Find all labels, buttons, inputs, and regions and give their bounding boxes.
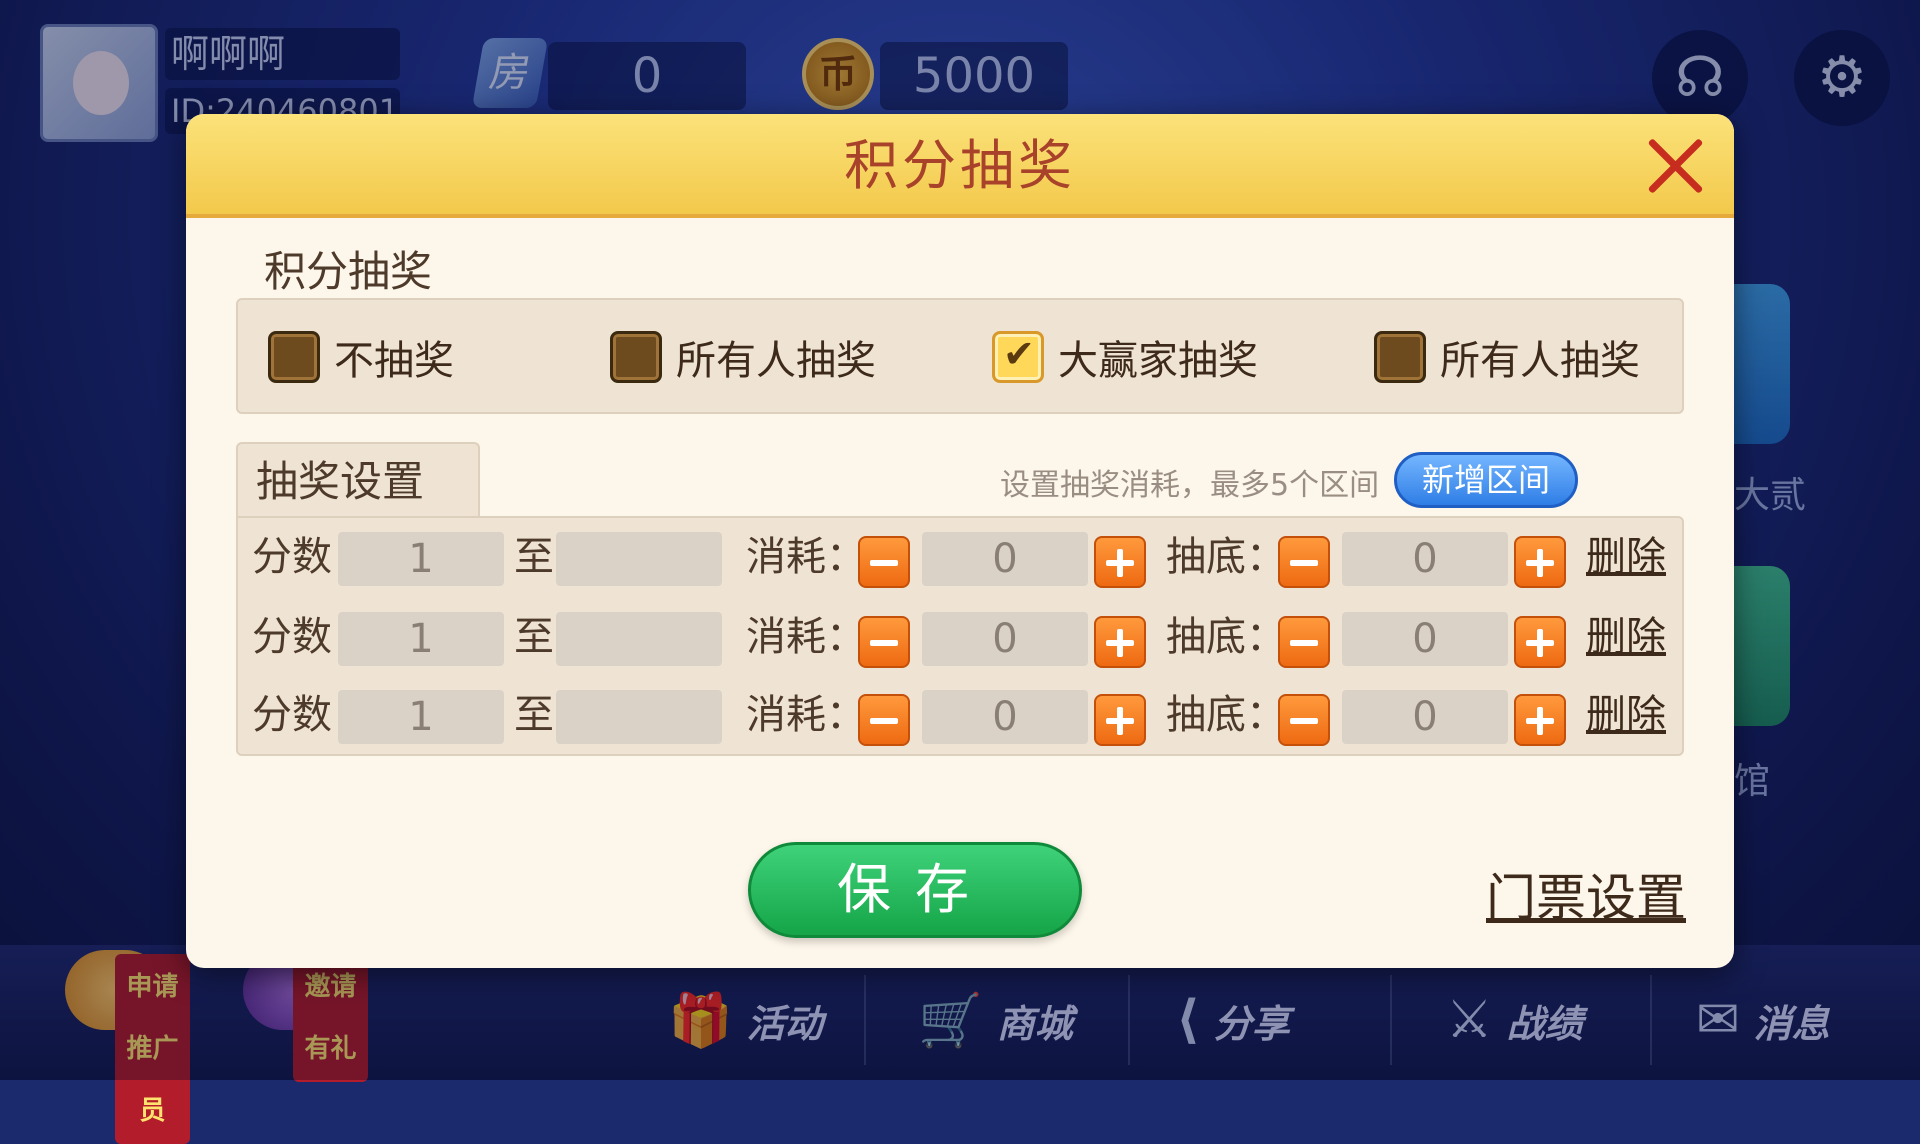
table-row: 分数 1 至 消耗： 0 抽底： 0 删除 <box>238 606 1686 668</box>
cost-plus-button[interactable] <box>1094 536 1146 588</box>
cost-input[interactable]: 0 <box>922 532 1088 586</box>
floor-minus-button[interactable] <box>1278 536 1330 588</box>
score-from-input[interactable]: 1 <box>338 612 504 666</box>
ticket-settings-link[interactable]: 门票设置 <box>1486 858 1686 930</box>
cost-input[interactable]: 0 <box>922 612 1088 666</box>
cost-plus-button[interactable] <box>1094 616 1146 668</box>
lottery-dialog: 积分抽奖 积分抽奖 不抽奖 所有人抽奖 大赢家抽奖 所有人抽奖 抽奖设置 设置抽… <box>186 114 1734 968</box>
cost-label: 消耗： <box>746 614 866 660</box>
score-to-input[interactable] <box>556 690 722 744</box>
floor-plus-button[interactable] <box>1514 536 1566 588</box>
cost-input[interactable]: 0 <box>922 690 1088 744</box>
cost-minus-button[interactable] <box>858 616 910 668</box>
table-row: 分数 1 至 消耗： 0 抽底： 0 删除 <box>238 526 1686 588</box>
cost-minus-button[interactable] <box>858 536 910 588</box>
floor-label: 抽底： <box>1166 534 1286 580</box>
cost-label: 消耗： <box>746 534 866 580</box>
option-everyone[interactable]: 所有人抽奖 <box>610 328 876 386</box>
floor-plus-button[interactable] <box>1514 694 1566 746</box>
delete-link[interactable]: 删除 <box>1586 526 1666 588</box>
score-to-input[interactable] <box>556 532 722 586</box>
floor-input[interactable]: 0 <box>1342 690 1508 744</box>
floor-input[interactable]: 0 <box>1342 532 1508 586</box>
floor-minus-button[interactable] <box>1278 694 1330 746</box>
to-label: 至 <box>514 614 554 660</box>
checkbox[interactable] <box>1374 331 1426 383</box>
checkbox[interactable] <box>268 331 320 383</box>
lottery-mode-options: 不抽奖 所有人抽奖 大赢家抽奖 所有人抽奖 <box>236 298 1684 414</box>
range-table: 分数 1 至 消耗： 0 抽底： 0 删除 分数 1 至 消耗： 0 抽底： 0 <box>236 516 1684 756</box>
save-button[interactable]: 保存 <box>748 842 1082 938</box>
floor-plus-button[interactable] <box>1514 616 1566 668</box>
option-no-lottery[interactable]: 不抽奖 <box>268 328 454 386</box>
to-label: 至 <box>514 534 554 580</box>
delete-link[interactable]: 删除 <box>1586 606 1666 668</box>
dialog-title: 积分抽奖 <box>844 134 1076 197</box>
score-to-input[interactable] <box>556 612 722 666</box>
floor-label: 抽底： <box>1166 692 1286 738</box>
to-label: 至 <box>514 692 554 738</box>
score-label: 分数 <box>252 692 332 738</box>
score-label: 分数 <box>252 614 332 660</box>
option-label: 所有人抽奖 <box>1440 338 1640 384</box>
floor-input[interactable]: 0 <box>1342 612 1508 666</box>
close-icon[interactable] <box>1642 132 1710 200</box>
score-label: 分数 <box>252 534 332 580</box>
tab-lottery-settings[interactable]: 抽奖设置 <box>236 442 480 518</box>
dialog-header: 积分抽奖 <box>186 114 1734 218</box>
hint-text: 设置抽奖消耗，最多5个区间 <box>1000 468 1380 503</box>
floor-minus-button[interactable] <box>1278 616 1330 668</box>
option-everyone-2[interactable]: 所有人抽奖 <box>1374 328 1640 386</box>
section-label: 积分抽奖 <box>264 247 433 296</box>
add-range-button[interactable]: 新增区间 <box>1394 452 1578 508</box>
cost-plus-button[interactable] <box>1094 694 1146 746</box>
score-from-input[interactable]: 1 <box>338 690 504 744</box>
option-label: 所有人抽奖 <box>676 338 876 384</box>
option-label: 大赢家抽奖 <box>1058 338 1258 384</box>
table-row: 分数 1 至 消耗： 0 抽底： 0 删除 <box>238 684 1686 746</box>
floor-label: 抽底： <box>1166 614 1286 660</box>
delete-link[interactable]: 删除 <box>1586 684 1666 746</box>
cost-label: 消耗： <box>746 692 866 738</box>
option-label: 不抽奖 <box>334 338 454 384</box>
option-big-winner[interactable]: 大赢家抽奖 <box>992 328 1258 386</box>
checkbox[interactable] <box>610 331 662 383</box>
cost-minus-button[interactable] <box>858 694 910 746</box>
checkbox-checked[interactable] <box>992 331 1044 383</box>
score-from-input[interactable]: 1 <box>338 532 504 586</box>
